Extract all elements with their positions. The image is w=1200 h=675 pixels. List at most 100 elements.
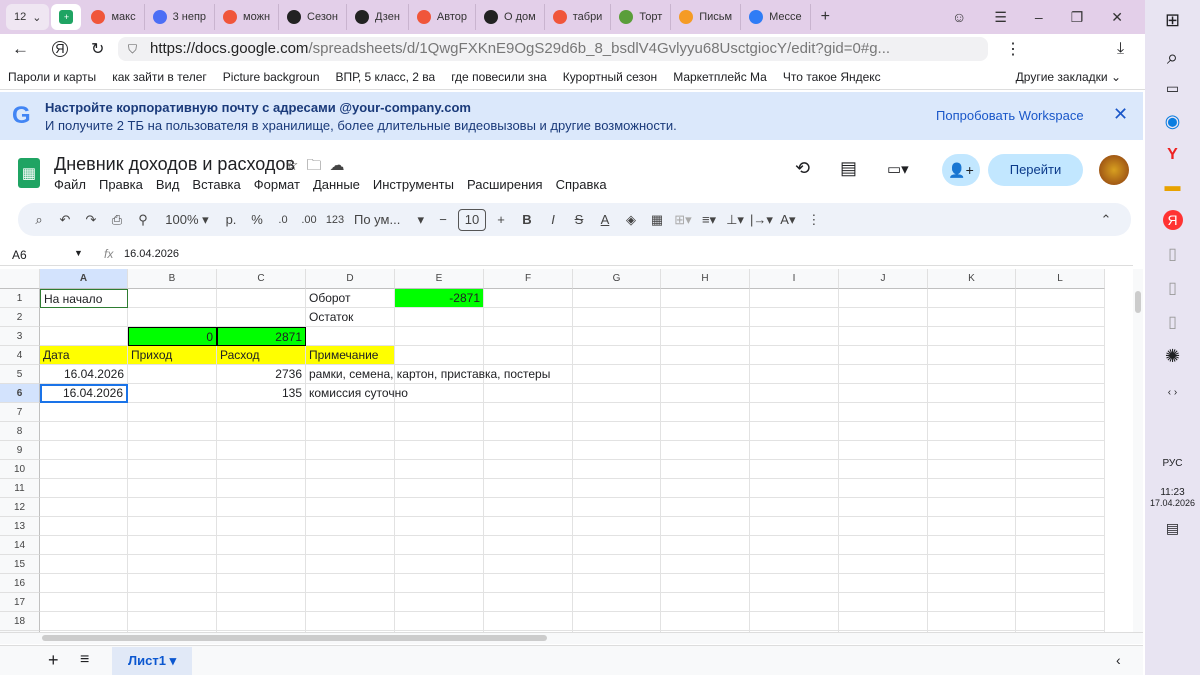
cell-B14[interactable]: [128, 536, 217, 555]
cell-B13[interactable]: [128, 517, 217, 536]
collapse-side-icon[interactable]: ‹: [1116, 652, 1121, 668]
cell-H17[interactable]: [661, 593, 750, 612]
cell-B10[interactable]: [128, 460, 217, 479]
comments-icon[interactable]: ▤: [840, 158, 857, 179]
cell-I13[interactable]: [750, 517, 839, 536]
history-icon[interactable]: ⟲: [795, 158, 810, 179]
cell-C15[interactable]: [217, 555, 306, 574]
cell-J17[interactable]: [839, 593, 928, 612]
cell-B7[interactable]: [128, 403, 217, 422]
browser-tab[interactable]: 3 непр: [145, 4, 216, 30]
cell-F8[interactable]: [484, 422, 573, 441]
fill-color-icon[interactable]: ◈: [620, 208, 642, 232]
cell-I4[interactable]: [750, 346, 839, 365]
cell-K17[interactable]: [928, 593, 1016, 612]
cell-I7[interactable]: [750, 403, 839, 422]
cell-L4[interactable]: [1016, 346, 1105, 365]
cell-C9[interactable]: [217, 441, 306, 460]
cell-J6[interactable]: [839, 384, 928, 403]
cell-I15[interactable]: [750, 555, 839, 574]
browser-tab[interactable]: табри: [545, 4, 612, 30]
cell-H11[interactable]: [661, 479, 750, 498]
menu-item[interactable]: Инструменты: [373, 177, 454, 192]
currency-button[interactable]: р.: [220, 208, 242, 232]
cell-E11[interactable]: [395, 479, 484, 498]
cell-H18[interactable]: [661, 612, 750, 631]
rotate-icon[interactable]: A▾: [777, 208, 799, 232]
cell-B12[interactable]: [128, 498, 217, 517]
other-bookmarks[interactable]: Другие закладки ⌄: [1016, 70, 1121, 84]
share-icon[interactable]: 👤+: [942, 154, 980, 186]
cell-C11[interactable]: [217, 479, 306, 498]
cell-C4[interactable]: Расход: [217, 346, 306, 365]
more-formats-button[interactable]: 123: [324, 208, 346, 232]
cell-G11[interactable]: [573, 479, 661, 498]
cell-H1[interactable]: [661, 289, 750, 308]
cell-C8[interactable]: [217, 422, 306, 441]
browser-tab[interactable]: Письм: [671, 4, 742, 30]
cell-A14[interactable]: [40, 536, 128, 555]
back-icon[interactable]: ←: [12, 39, 29, 59]
cell-A15[interactable]: [40, 555, 128, 574]
cell-I12[interactable]: [750, 498, 839, 517]
cell-B3[interactable]: 0: [128, 327, 217, 346]
language-indicator[interactable]: РУС: [1162, 458, 1182, 469]
cell-A9[interactable]: [40, 441, 128, 460]
cell-D18[interactable]: [306, 612, 395, 631]
browser-tab[interactable]: Дзен: [347, 4, 409, 30]
cell-D8[interactable]: [306, 422, 395, 441]
row-header[interactable]: 3: [0, 327, 40, 346]
cell-I3[interactable]: [750, 327, 839, 346]
cell-K2[interactable]: [928, 308, 1016, 327]
cell-D2[interactable]: Остаток: [306, 308, 395, 327]
percent-button[interactable]: %: [246, 208, 268, 232]
paint-format-icon[interactable]: ⚲: [132, 208, 154, 232]
cell-A6[interactable]: 16.04.2026: [40, 384, 128, 403]
cell-B18[interactable]: [128, 612, 217, 631]
cell-C18[interactable]: [217, 612, 306, 631]
bookmark-item[interactable]: Что такое Яндекс: [783, 70, 881, 84]
cell-F16[interactable]: [484, 574, 573, 593]
go-button[interactable]: Перейти: [988, 154, 1083, 186]
cell-F14[interactable]: [484, 536, 573, 555]
cell-J16[interactable]: [839, 574, 928, 593]
browser-tab[interactable]: макс: [83, 4, 145, 30]
tab-count-button[interactable]: 12 ⌄: [6, 4, 50, 30]
cell-F17[interactable]: [484, 593, 573, 612]
row-header[interactable]: 16: [0, 574, 40, 593]
row-header[interactable]: 14: [0, 536, 40, 555]
cell-G12[interactable]: [573, 498, 661, 517]
cell-I2[interactable]: [750, 308, 839, 327]
cell-F6[interactable]: [484, 384, 573, 403]
menu-item[interactable]: Формат: [254, 177, 300, 192]
cell-E8[interactable]: [395, 422, 484, 441]
valign-icon[interactable]: ⊥▾: [724, 208, 746, 232]
minimize-button[interactable]: –: [1035, 9, 1043, 26]
cell-A2[interactable]: [40, 308, 128, 327]
cell-D17[interactable]: [306, 593, 395, 612]
yandex-browser-icon[interactable]: Y: [1167, 146, 1178, 164]
cell-G10[interactable]: [573, 460, 661, 479]
cell-J12[interactable]: [839, 498, 928, 517]
bookmark-item[interactable]: Курортный сезон: [563, 70, 657, 84]
cell-J7[interactable]: [839, 403, 928, 422]
menu-icon[interactable]: ☰: [994, 9, 1007, 26]
new-tab-button[interactable]: +: [813, 4, 838, 30]
cell-K6[interactable]: [928, 384, 1016, 403]
bookmark-item[interactable]: Маркетплейс Ма: [673, 70, 767, 84]
decrease-decimal-button[interactable]: .0: [272, 208, 294, 232]
cell-D9[interactable]: [306, 441, 395, 460]
menu-item[interactable]: Файл: [54, 177, 86, 192]
cell-K18[interactable]: [928, 612, 1016, 631]
font-select[interactable]: По ум... ▾: [350, 208, 428, 232]
cell-G1[interactable]: [573, 289, 661, 308]
cell-L1[interactable]: [1016, 289, 1105, 308]
cell-F2[interactable]: [484, 308, 573, 327]
cell-J10[interactable]: [839, 460, 928, 479]
file-icon[interactable]: ▯: [1168, 278, 1177, 298]
menu-item[interactable]: Данные: [313, 177, 360, 192]
name-box-dropdown-icon[interactable]: ▼: [74, 248, 83, 258]
cell-J3[interactable]: [839, 327, 928, 346]
cell-K7[interactable]: [928, 403, 1016, 422]
cell-A12[interactable]: [40, 498, 128, 517]
